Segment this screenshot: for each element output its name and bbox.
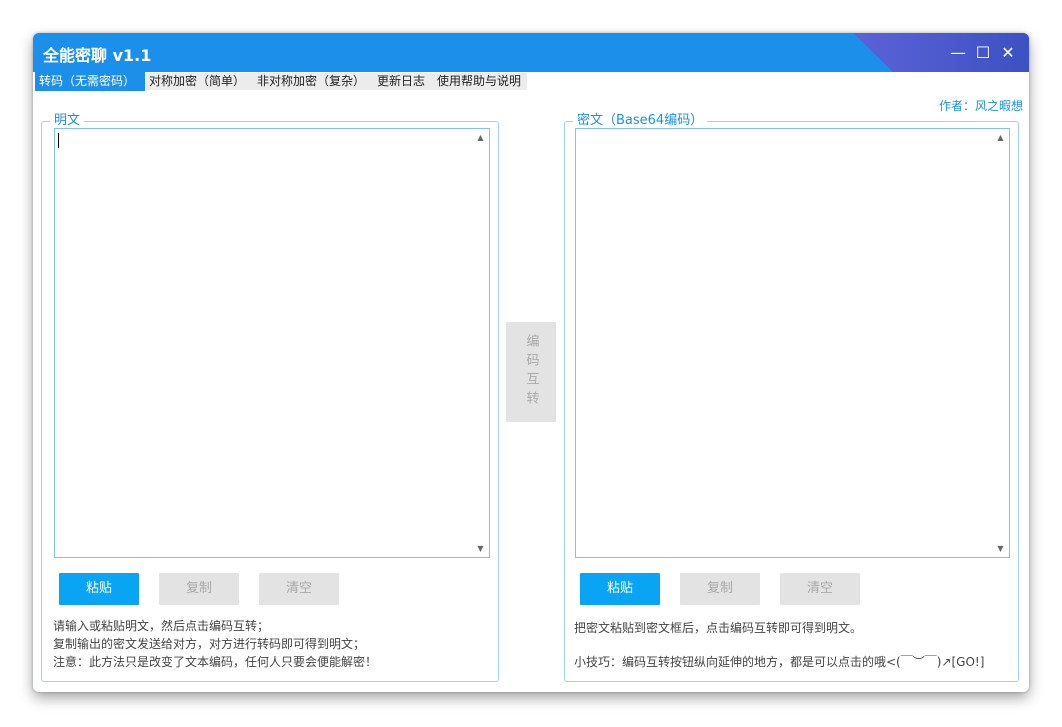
author-label: 作者：风之暇想: [939, 97, 1023, 114]
tab-bar: 转码（无需密码） 对称加密（简单） 非对称加密（复杂） 更新日志 使用帮助与说明: [33, 72, 1029, 91]
tab-transcode[interactable]: 转码（无需密码）: [35, 72, 145, 91]
ciphertext-hint-2: 小技巧：编码互转按钮纵向延伸的地方，都是可以点击的哦<(￣︶￣)↗[GO!]: [574, 653, 984, 671]
plaintext-copy-button[interactable]: 复制: [159, 573, 239, 605]
plaintext-legend: 明文: [50, 113, 84, 129]
ciphertext-copy-button[interactable]: 复制: [680, 573, 760, 605]
maximize-button[interactable]: ☐: [972, 42, 994, 64]
minimize-button[interactable]: —: [947, 42, 969, 64]
scroll-down-icon[interactable]: ▼: [996, 544, 1005, 553]
convert-button-label: 编码互转: [522, 334, 541, 410]
plaintext-textarea[interactable]: ▲ ▼: [54, 128, 490, 558]
app-window: 全能密聊 v1.1 — ☐ ✕ 转码（无需密码） 对称加密（简单） 非对称加密（…: [33, 33, 1029, 692]
convert-button[interactable]: 编码互转: [506, 322, 556, 422]
tab-changelog[interactable]: 更新日志: [373, 73, 433, 90]
plaintext-hint-2: 复制输出的密文发送给对方，对方进行转码即可得到明文；: [53, 635, 365, 653]
plaintext-hint-3: 注意：此方法只是改变了文本编码，任何人只要会便能解密！: [53, 653, 377, 671]
title-bar[interactable]: 全能密聊 v1.1 — ☐ ✕: [33, 33, 1029, 72]
window-title: 全能密聊 v1.1: [43, 42, 151, 66]
tab-symmetric[interactable]: 对称加密（简单）: [145, 73, 253, 90]
text-caret: [58, 133, 59, 148]
ciphertext-group: 密文（Base64编码） ▲ ▼ 粘贴 复制 清空 把密文粘贴到密文框后，点击编…: [564, 121, 1019, 682]
minimize-icon: —: [950, 43, 966, 62]
ciphertext-textarea[interactable]: ▲ ▼: [575, 128, 1010, 558]
ciphertext-hint-1: 把密文粘贴到密文框后，点击编码互转即可得到明文。: [574, 619, 862, 637]
scroll-up-icon[interactable]: ▲: [996, 133, 1005, 142]
ciphertext-clear-button[interactable]: 清空: [780, 573, 860, 605]
ciphertext-legend: 密文（Base64编码）: [573, 113, 707, 129]
close-button[interactable]: ✕: [997, 42, 1019, 64]
plaintext-clear-button[interactable]: 清空: [259, 573, 339, 605]
tab-asymmetric[interactable]: 非对称加密（复杂）: [253, 73, 373, 90]
scroll-down-icon[interactable]: ▼: [476, 544, 485, 553]
scroll-up-icon[interactable]: ▲: [476, 133, 485, 142]
maximize-icon: ☐: [976, 43, 990, 62]
plaintext-hint-1: 请输入或粘贴明文，然后点击编码互转；: [53, 617, 269, 635]
tab-help[interactable]: 使用帮助与说明: [433, 73, 527, 90]
plaintext-paste-button[interactable]: 粘贴: [59, 573, 139, 605]
plaintext-group: 明文 ▲ ▼ 粘贴 复制 清空 请输入或粘贴明文，然后点击编码互转； 复制输出的…: [41, 121, 499, 682]
close-icon: ✕: [1001, 43, 1014, 62]
ciphertext-paste-button[interactable]: 粘贴: [580, 573, 660, 605]
